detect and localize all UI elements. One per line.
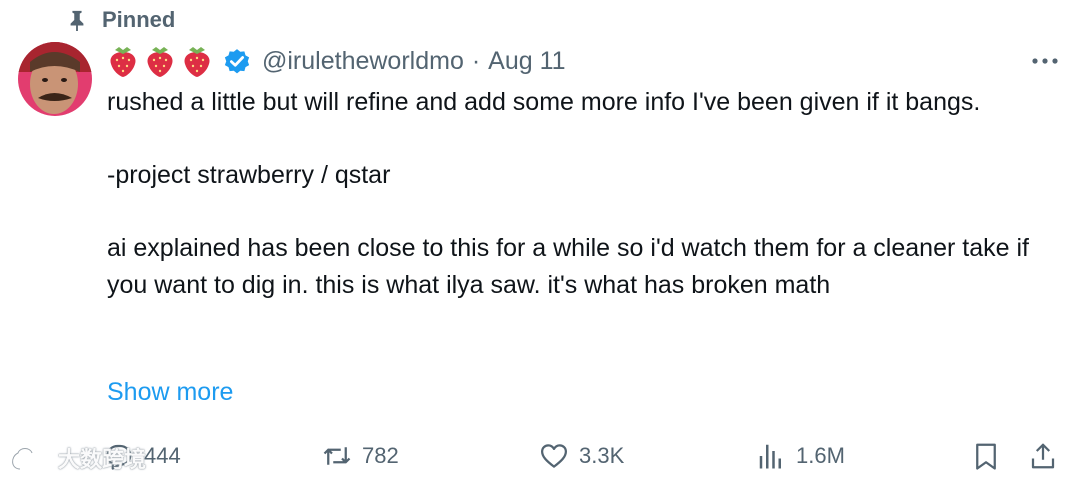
views-icon	[759, 444, 781, 469]
paragraph-spacer	[107, 121, 1057, 158]
tweet-paragraph: ai explained has been close to this for …	[107, 234, 1036, 299]
share-icon	[1031, 443, 1055, 469]
view-count: 1.6M	[796, 443, 845, 468]
avatar[interactable]	[18, 42, 92, 116]
tweet-paragraph: rushed a little but will refine and add …	[107, 88, 981, 116]
show-more-link[interactable]: Show more	[107, 378, 233, 407]
author-handle[interactable]: @iruletheworldmo	[262, 47, 464, 76]
like-icon	[541, 444, 567, 468]
like-count: 3.3K	[579, 443, 625, 468]
repost-count: 782	[362, 443, 399, 468]
strawberry-icon	[184, 47, 210, 77]
like-button[interactable]: 3.3K	[539, 436, 624, 476]
reply-count: 444	[144, 443, 181, 468]
pin-icon	[70, 10, 84, 32]
paragraph-spacer	[107, 194, 1057, 231]
bookmark-icon	[976, 443, 996, 470]
strawberry-icon	[110, 47, 136, 77]
tweet-paragraph: -project strawberry / qstar	[107, 161, 391, 190]
tweet-header: @iruletheworldmo · Aug 11	[107, 44, 566, 78]
tweet-text: rushed a little but will refine and add …	[107, 84, 1057, 304]
more-options-icon[interactable]	[1030, 52, 1060, 70]
pinned-indicator: Pinned	[66, 6, 175, 34]
watermark: 大数跨境	[8, 442, 146, 474]
share-button[interactable]	[1028, 436, 1058, 476]
bookmark-button[interactable]	[971, 436, 1001, 476]
tweet-actions: 444 782 3.3K 1.6M	[0, 436, 1080, 476]
views-button[interactable]: 1.6M	[756, 436, 845, 476]
watermark-text: 大数跨境	[58, 447, 147, 472]
verified-badge-icon	[224, 49, 250, 74]
pinned-label: Pinned	[102, 7, 176, 32]
repost-icon	[323, 447, 351, 465]
tweet-date[interactable]: Aug 11	[488, 47, 565, 76]
repost-button[interactable]: 782	[322, 436, 399, 476]
header-separator: ·	[471, 46, 481, 75]
strawberry-icon	[147, 47, 173, 77]
watermark-logo-icon	[11, 446, 54, 471]
